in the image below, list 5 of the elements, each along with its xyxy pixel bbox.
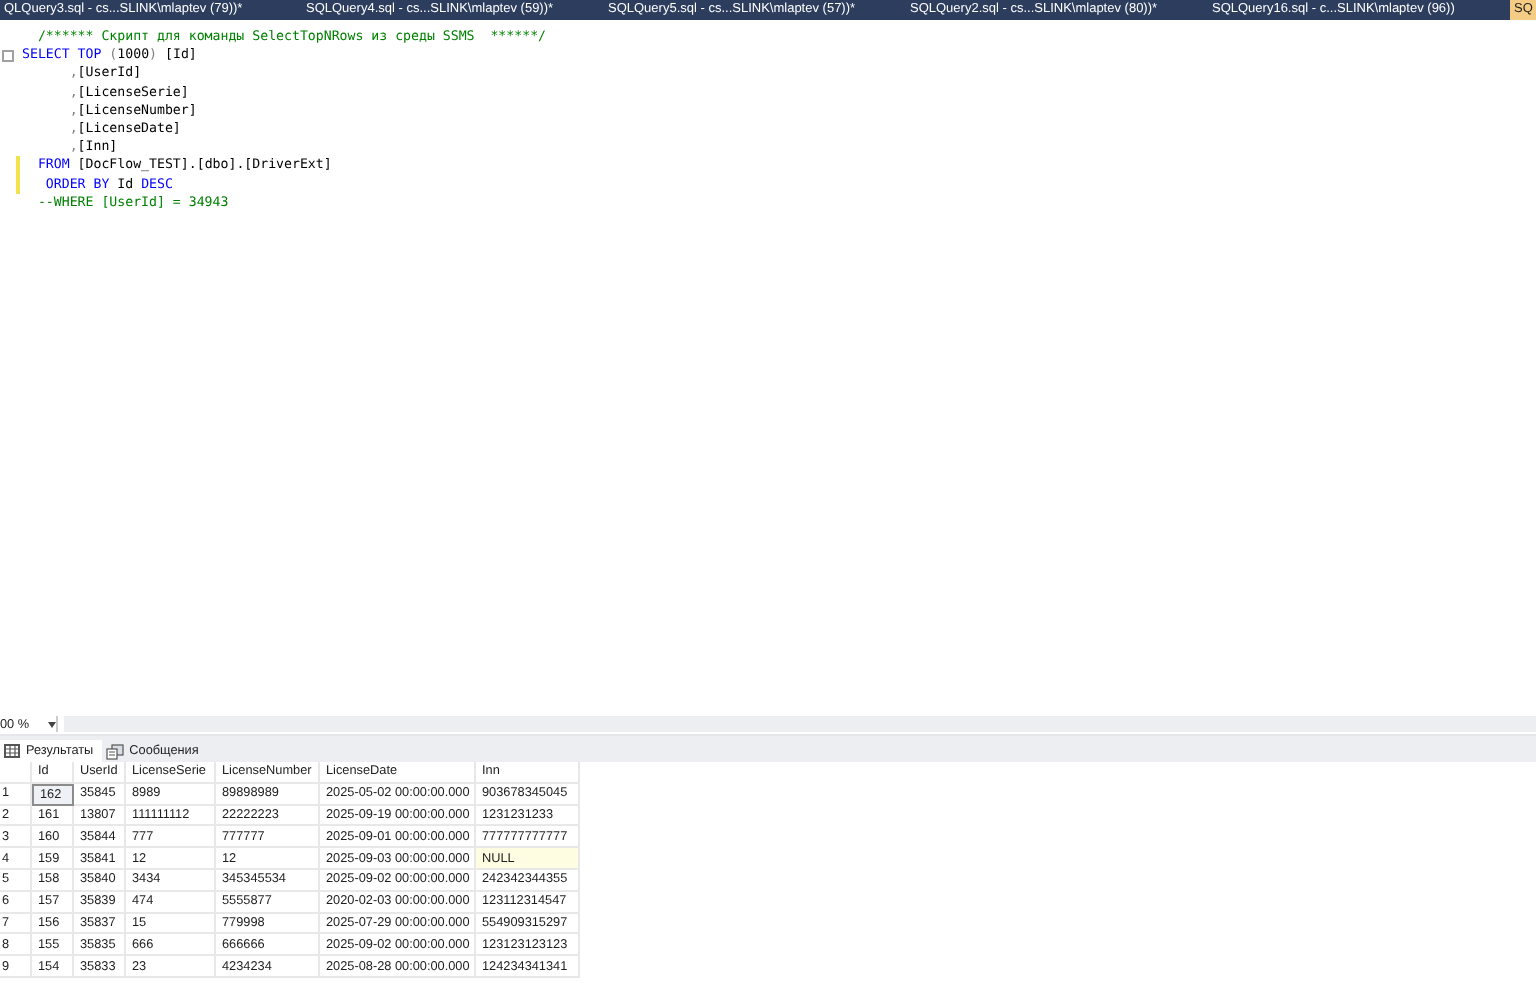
collapse-icon[interactable]	[2, 50, 14, 63]
grid-icon	[4, 744, 20, 758]
caret-icon	[47, 721, 56, 727]
horizontal-scrollbar[interactable]	[64, 716, 1536, 732]
messages-icon	[105, 743, 124, 759]
